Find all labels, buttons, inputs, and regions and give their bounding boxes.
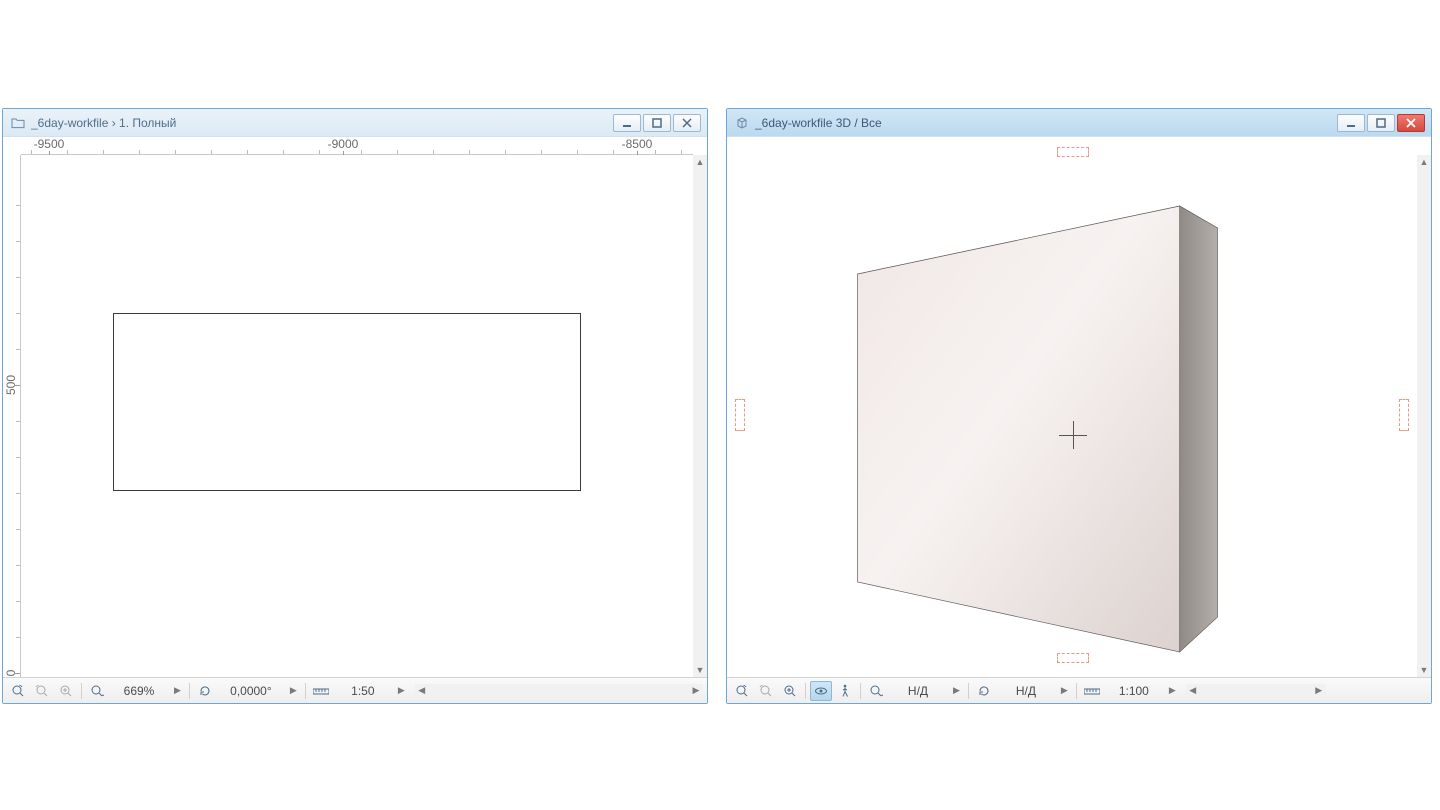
titlebar-3d[interactable]: _6day-workfile 3D / Все (727, 109, 1431, 137)
horizontal-scrollbar[interactable]: ◀ ▶ (1186, 684, 1326, 698)
viewport-2d[interactable]: -9500 -9000 -8500 500 0 (3, 137, 707, 677)
zoom-level[interactable]: 669% (110, 684, 168, 698)
titlebar-2d[interactable]: _6day-workfile › 1. Полный (3, 109, 707, 137)
ruler-horizontal[interactable]: -9500 -9000 -8500 (21, 137, 693, 155)
orbit-handle-bottom[interactable] (1057, 653, 1089, 663)
canvas-3d[interactable] (727, 137, 1417, 677)
close-button[interactable] (673, 114, 701, 132)
scroll-down-icon[interactable]: ▼ (1417, 663, 1431, 677)
scroll-up-icon[interactable]: ▲ (693, 155, 707, 169)
vertical-scrollbar[interactable]: ▲ ▼ (693, 155, 707, 677)
scroll-up-icon[interactable]: ▲ (1417, 155, 1431, 169)
scroll-left-icon[interactable]: ◀ (1186, 684, 1200, 698)
statusbar-3d: Н/Д ▶ Н/Д ▶ 1:100 ▶ ◀ ▶ (727, 677, 1431, 703)
ruler-vertical[interactable]: 500 0 (3, 155, 21, 677)
viewport-3d[interactable]: ▲ ▼ (727, 137, 1431, 677)
angle-spinner-icon[interactable]: ▶ (286, 685, 301, 696)
zoom-next-button[interactable] (755, 681, 777, 701)
window-title-3d: _6day-workfile 3D / Все (755, 116, 1331, 130)
window-3d-view: _6day-workfile 3D / Все (726, 108, 1432, 704)
zoom-spinner-icon[interactable]: ▶ (949, 685, 964, 696)
angle-spinner-icon[interactable]: ▶ (1057, 685, 1072, 696)
orbit-handle-right[interactable] (1399, 399, 1409, 431)
zoom-spinner-icon[interactable]: ▶ (170, 685, 185, 696)
maximize-button[interactable] (643, 114, 671, 132)
rotation-angle[interactable]: 0,0000° (218, 684, 284, 698)
maximize-button[interactable] (1367, 114, 1395, 132)
scroll-left-icon[interactable]: ◀ (415, 684, 429, 698)
scale-ruler-button[interactable] (1081, 681, 1103, 701)
rendered-cube (727, 137, 1417, 677)
orbit-handle-left[interactable] (735, 399, 745, 431)
scale-value[interactable]: 1:50 (334, 684, 392, 698)
zoom-level-3d[interactable]: Н/Д (889, 684, 947, 698)
vertical-scrollbar[interactable]: ▲ ▼ (1417, 155, 1431, 677)
scale-spinner-icon[interactable]: ▶ (394, 685, 409, 696)
walk-button[interactable] (834, 681, 856, 701)
zoom-in-button[interactable] (55, 681, 77, 701)
folder-icon (11, 116, 25, 130)
zoom-prev-button[interactable] (731, 681, 753, 701)
cursor-crosshair-icon (1059, 421, 1087, 449)
statusbar-2d: 669% ▶ 0,0000° ▶ 1:50 ▶ ◀ ▶ (3, 677, 707, 703)
zoom-prev-button[interactable] (7, 681, 29, 701)
minimize-button[interactable] (1337, 114, 1365, 132)
canvas-2d[interactable] (21, 155, 693, 677)
scroll-right-icon[interactable]: ▶ (1312, 684, 1326, 698)
orbit-handle-top[interactable] (1057, 147, 1089, 157)
minimize-button[interactable] (613, 114, 641, 132)
rotate-button[interactable] (194, 681, 216, 701)
scroll-down-icon[interactable]: ▼ (693, 663, 707, 677)
scale-spinner-icon[interactable]: ▶ (1165, 685, 1180, 696)
cube3d-icon (735, 116, 749, 130)
scale-value-3d[interactable]: 1:100 (1105, 684, 1163, 698)
close-button[interactable] (1397, 114, 1425, 132)
plan-rectangle[interactable] (113, 313, 581, 491)
window-title-2d: _6day-workfile › 1. Полный (31, 116, 607, 130)
rotate-button[interactable] (973, 681, 995, 701)
zoom-next-button[interactable] (31, 681, 53, 701)
orbit-button[interactable] (810, 681, 832, 701)
window-2d-plan: _6day-workfile › 1. Полный -9500 -9000 -… (2, 108, 708, 704)
scroll-right-icon[interactable]: ▶ (689, 684, 703, 698)
zoom-options-button[interactable] (86, 681, 108, 701)
zoom-in-button[interactable] (779, 681, 801, 701)
zoom-options-button[interactable] (865, 681, 887, 701)
horizontal-scrollbar[interactable]: ◀ ▶ (415, 684, 703, 698)
scale-ruler-button[interactable] (310, 681, 332, 701)
rotation-angle-3d[interactable]: Н/Д (997, 684, 1055, 698)
